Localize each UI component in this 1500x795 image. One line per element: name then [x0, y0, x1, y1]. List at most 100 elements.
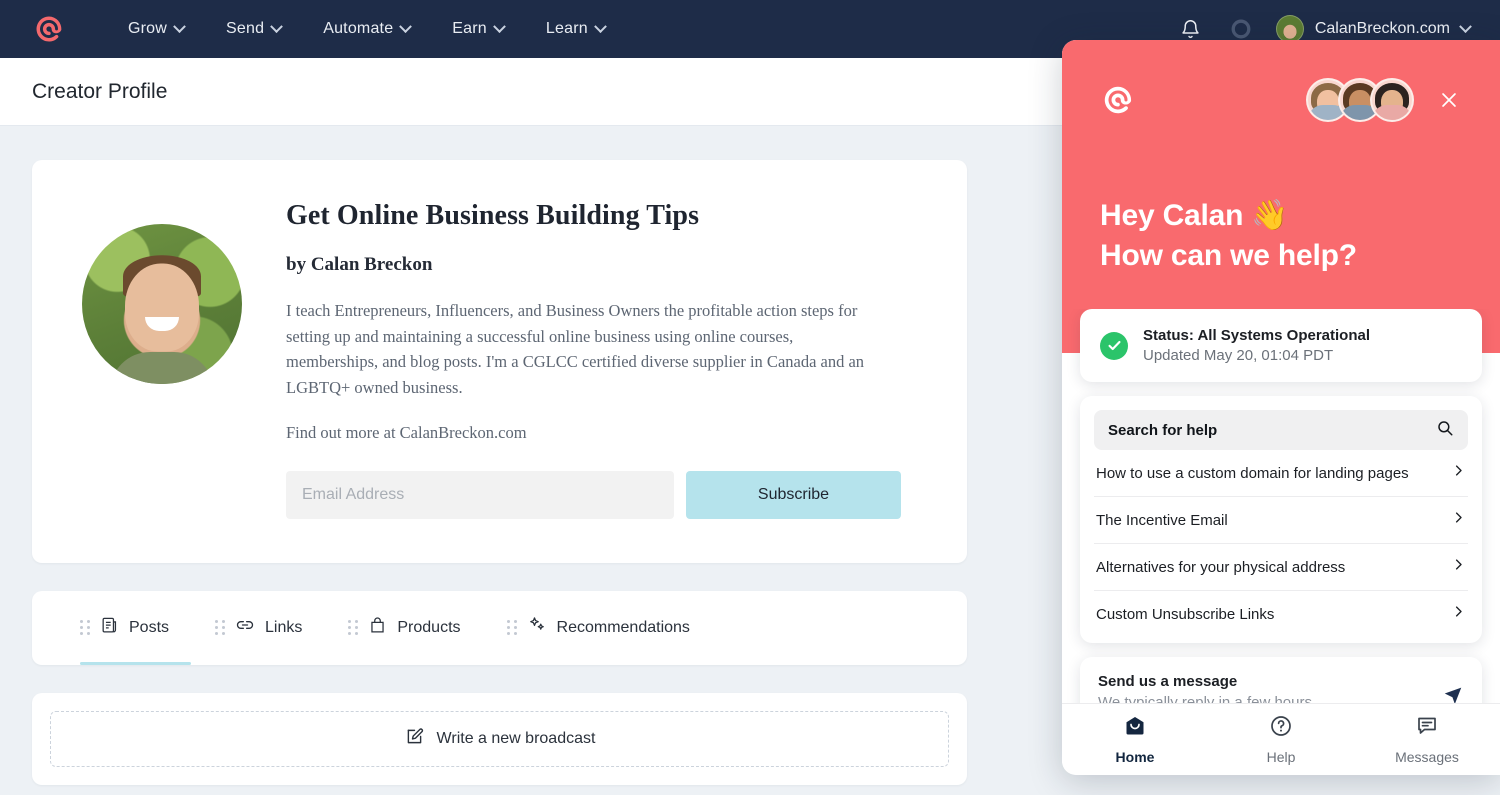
drag-handle-icon[interactable]	[215, 619, 226, 636]
profile-bio: I teach Entrepreneurs, Influencers, and …	[286, 301, 865, 398]
convertkit-logo-icon[interactable]	[30, 10, 68, 48]
tab-recommendations[interactable]: Recommendations	[506, 591, 690, 665]
nav-item-automate[interactable]: Automate	[323, 19, 413, 38]
chevron-right-icon	[1451, 557, 1466, 577]
active-tab-underline	[80, 661, 191, 665]
chevron-right-icon	[1451, 510, 1466, 530]
nav-item-label: Send	[226, 20, 265, 37]
tab-links[interactable]: Links	[215, 591, 302, 665]
account-menu[interactable]: CalanBreckon.com	[1275, 15, 1472, 43]
avatar-body	[1372, 105, 1412, 120]
widget-greeting: Hey Calan 👋 How can we help?	[1100, 122, 1462, 309]
email-input[interactable]	[286, 470, 674, 519]
message-bubble-icon	[1415, 714, 1439, 743]
check-circle-icon	[1100, 331, 1128, 360]
tab-label: Products	[397, 618, 461, 636]
broadcast-label: Write a new broadcast	[436, 729, 596, 747]
footer-tab-label: Home	[1115, 749, 1155, 765]
nav-item-label: Learn	[545, 20, 588, 37]
creator-avatar	[82, 224, 242, 384]
help-article-title: Custom Unsubscribe Links	[1096, 605, 1275, 623]
widget-body: Status: All Systems Operational Updated …	[1062, 309, 1500, 703]
help-article-item[interactable]: The Incentive Email	[1094, 497, 1468, 545]
profile-tabs: Posts Links Products Recommendations	[32, 590, 967, 665]
status-title: Status: All Systems Operational	[1143, 327, 1371, 345]
creator-profile-body: Get Online Business Building Tips by Cal…	[286, 200, 917, 519]
system-status-card[interactable]: Status: All Systems Operational Updated …	[1080, 309, 1482, 383]
avatar-face	[125, 263, 199, 352]
home-envelope-icon	[1123, 714, 1147, 743]
greeting-line-2: How can we help?	[1100, 238, 1357, 272]
search-icon	[1436, 419, 1454, 442]
tab-label: Links	[265, 618, 303, 636]
widget-hero: Hey Calan 👋 How can we help?	[1062, 40, 1500, 310]
question-circle-icon	[1269, 714, 1293, 743]
subscribe-button[interactable]: Subscribe	[686, 470, 901, 519]
tab-label: Posts	[129, 618, 170, 636]
widget-footer-nav: Home Help Messages	[1062, 703, 1500, 775]
primary-nav-items: Grow Send Automate Earn Learn	[128, 19, 607, 38]
sparkles-icon	[527, 615, 547, 640]
bag-icon	[368, 616, 387, 640]
chevron-right-icon	[1451, 604, 1466, 624]
avatar-shirt	[110, 352, 214, 384]
send-message-title: Send us a message	[1098, 673, 1238, 691]
search-input[interactable]: Search for help	[1094, 410, 1468, 451]
footer-tab-help[interactable]: Help	[1208, 714, 1354, 765]
chevron-right-icon	[1451, 463, 1466, 483]
nav-item-label: Automate	[323, 20, 394, 37]
widget-hero-top	[1100, 40, 1462, 122]
send-icon[interactable]	[1442, 683, 1464, 703]
support-chat-widget: Hey Calan 👋 How can we help? Status: All…	[1062, 40, 1500, 775]
send-message-card[interactable]: Send us a message We typically reply in …	[1080, 657, 1482, 703]
help-article-title: The Incentive Email	[1096, 511, 1228, 529]
footer-tab-label: Messages	[1395, 749, 1459, 765]
nav-item-send[interactable]: Send	[226, 19, 284, 38]
nav-item-grow[interactable]: Grow	[128, 19, 186, 38]
convertkit-logo-white-icon	[1100, 82, 1136, 118]
tab-posts[interactable]: Posts	[80, 591, 169, 665]
chevron-down-icon	[493, 19, 506, 33]
chevron-down-icon	[399, 19, 413, 33]
drag-handle-icon[interactable]	[506, 619, 517, 636]
drag-handle-icon[interactable]	[348, 619, 359, 636]
help-article-item[interactable]: Alternatives for your physical address	[1094, 544, 1468, 592]
send-message-text-block: Send us a message We typically reply in …	[1098, 673, 1312, 703]
write-new-broadcast-button[interactable]: Write a new broadcast	[50, 710, 949, 767]
pencil-square-icon	[404, 726, 425, 752]
help-center-card: Search for help How to use a custom doma…	[1080, 396, 1482, 644]
help-article-item[interactable]: Custom Unsubscribe Links	[1094, 591, 1468, 637]
help-article-item[interactable]: How to use a custom domain for landing p…	[1094, 450, 1468, 498]
chevron-down-icon	[173, 19, 186, 33]
avatar	[1275, 15, 1304, 43]
footer-tab-messages[interactable]: Messages	[1354, 714, 1500, 765]
status-updated: Updated May 20, 01:04 PDT	[1143, 347, 1334, 365]
help-article-title: Alternatives for your physical address	[1096, 558, 1346, 576]
app-root: Grow Send Automate Earn Learn CalanBreck…	[0, 0, 1500, 795]
nav-item-label: Grow	[128, 20, 168, 37]
support-team-avatars	[1306, 78, 1414, 122]
footer-tab-home[interactable]: Home	[1062, 714, 1208, 765]
status-text-block: Status: All Systems Operational Updated …	[1143, 327, 1370, 364]
chevron-down-icon	[270, 19, 284, 33]
chevron-down-icon	[1459, 19, 1472, 33]
avatar	[1370, 78, 1414, 122]
tab-products[interactable]: Products	[348, 591, 461, 665]
close-icon[interactable]	[1436, 87, 1462, 113]
account-name: CalanBreckon.com	[1314, 20, 1450, 37]
subscribe-form: Subscribe	[286, 470, 917, 519]
send-message-subtitle: We typically reply in a few hours	[1098, 694, 1312, 703]
chevron-down-icon	[593, 19, 607, 33]
drag-handle-icon[interactable]	[80, 619, 90, 636]
creator-profile-card: Get Online Business Building Tips by Cal…	[32, 160, 967, 563]
page-title: Creator Profile	[32, 79, 168, 103]
document-icon	[100, 616, 119, 640]
footer-tab-label: Help	[1266, 749, 1296, 765]
profile-headline: Get Online Business Building Tips	[286, 200, 700, 231]
nav-item-label: Earn	[452, 20, 487, 37]
help-article-title: How to use a custom domain for landing p…	[1096, 464, 1409, 482]
greeting-line-1: Hey Calan 👋	[1100, 199, 1289, 232]
search-placeholder: Search for help	[1108, 421, 1218, 439]
nav-item-learn[interactable]: Learn	[545, 19, 607, 38]
nav-item-earn[interactable]: Earn	[452, 19, 506, 38]
